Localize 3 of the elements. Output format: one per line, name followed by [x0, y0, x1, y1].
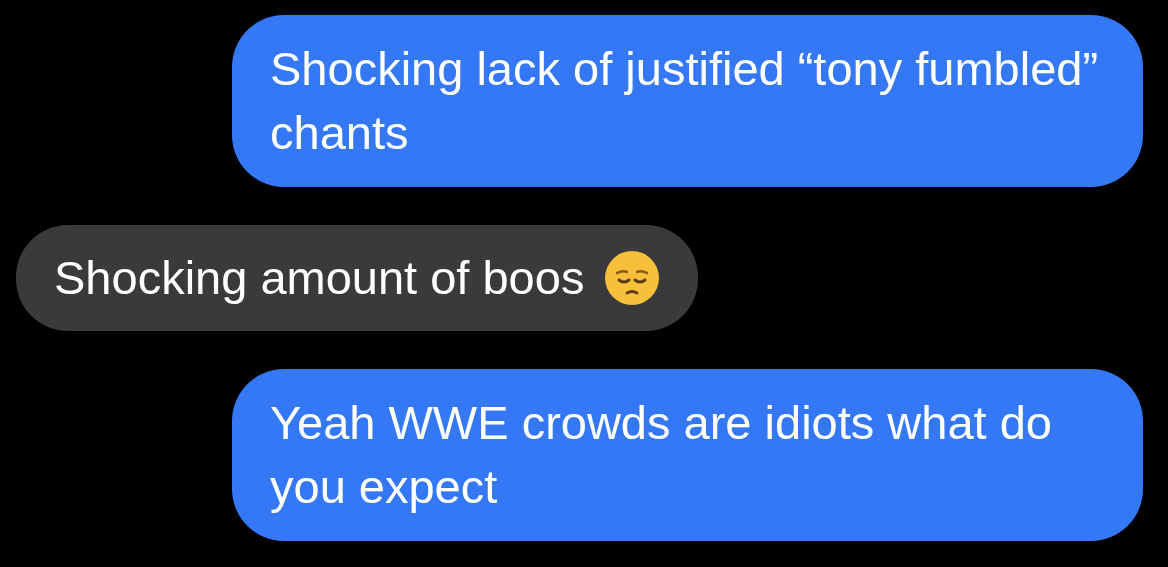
message-bubble: Shocking amount of boos	[16, 225, 699, 331]
message-bubble: Yeah WWE crowds are idiots what do you expect	[232, 369, 1143, 541]
message-bubble: Shocking lack of justified “tony fumbled” chants	[232, 15, 1143, 187]
